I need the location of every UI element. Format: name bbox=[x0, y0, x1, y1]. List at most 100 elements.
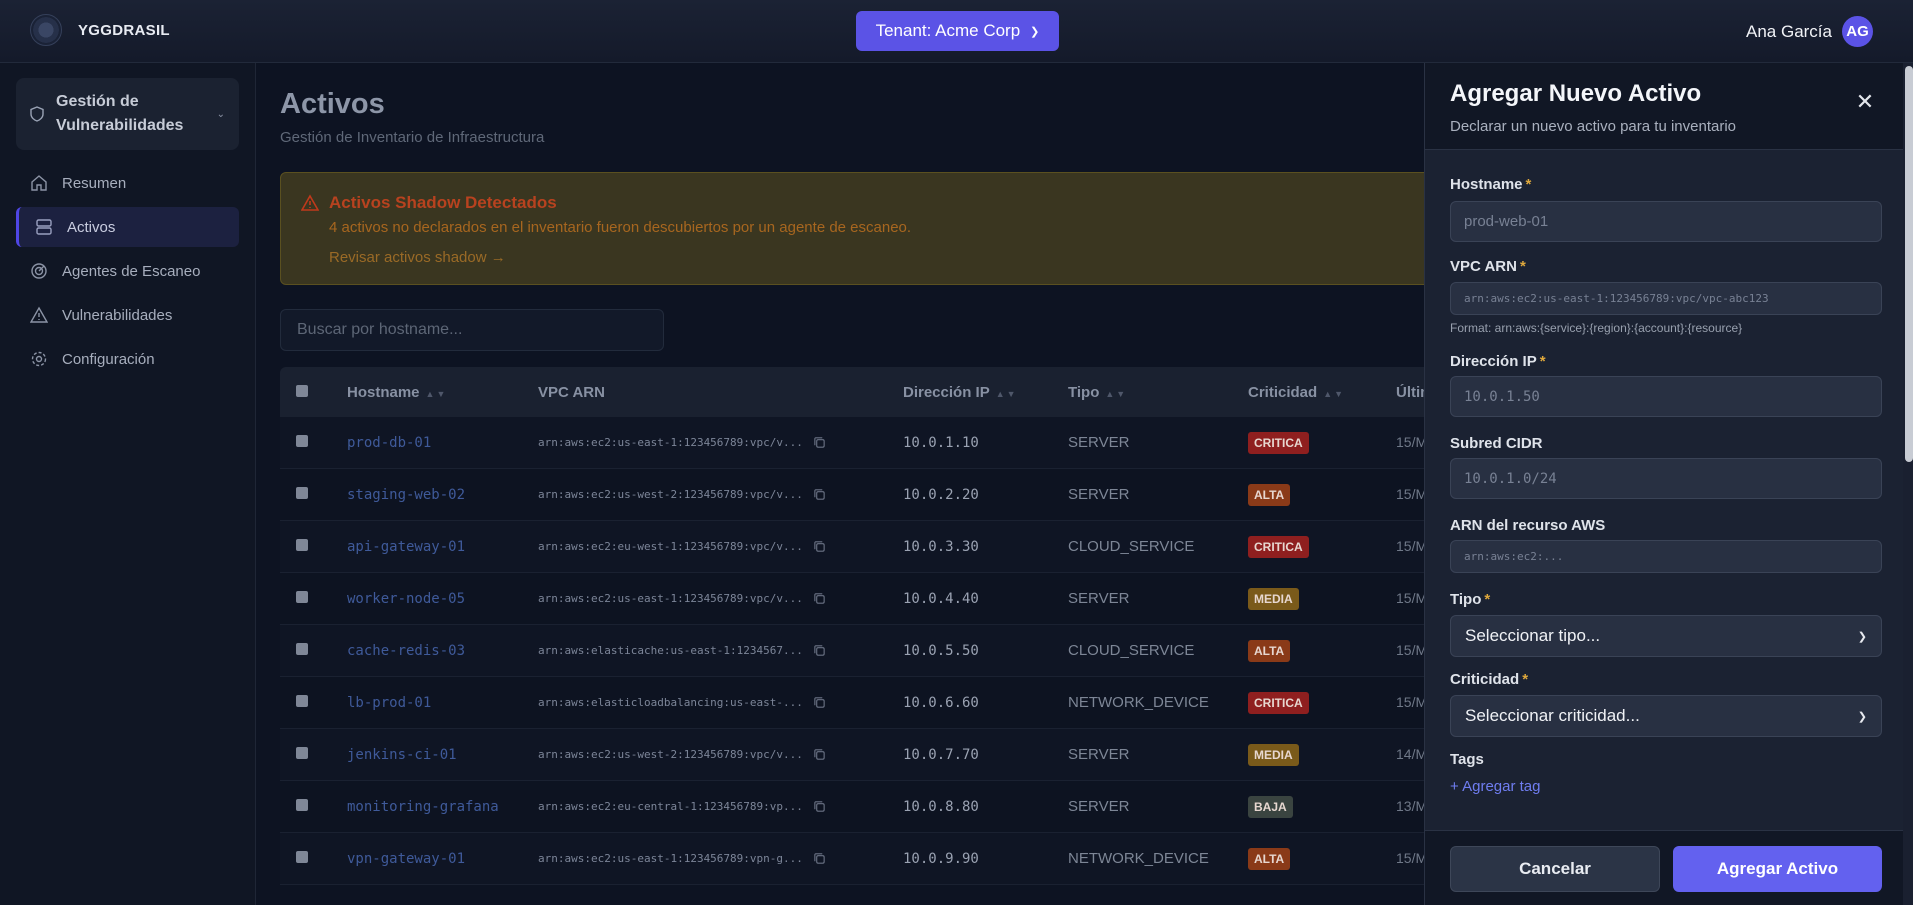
copy-icon[interactable] bbox=[813, 644, 826, 657]
vpc-arn-cell: arn:aws:ec2:eu-west-1:123456789:vpc/v... bbox=[538, 540, 903, 553]
row-checkbox[interactable] bbox=[296, 642, 308, 655]
hostname-link[interactable]: vpn-gateway-01 bbox=[347, 851, 465, 867]
table-row[interactable]: cache-redis-03 arn:aws:elasticache:us-eas… bbox=[280, 625, 1440, 677]
hostname-link[interactable]: lb-prod-01 bbox=[347, 695, 431, 711]
table-row[interactable]: lb-prod-01 arn:aws:elasticloadbalancing:u… bbox=[280, 677, 1440, 729]
ip-input[interactable] bbox=[1450, 376, 1882, 417]
search-input[interactable] bbox=[280, 309, 664, 351]
criticidad-label: Criticidad * bbox=[1450, 671, 1529, 688]
table-row[interactable]: jenkins-ci-01 arn:aws:ec2:us-west-2:12345… bbox=[280, 729, 1440, 781]
copy-icon[interactable] bbox=[813, 540, 826, 553]
tipo-cell: SERVER bbox=[1068, 797, 1130, 815]
tipo-cell: SERVER bbox=[1068, 485, 1130, 503]
add-asset-panel: Agregar Nuevo Activo Declarar un nuevo a… bbox=[1424, 63, 1913, 905]
table-row[interactable]: staging-web-02 arn:aws:ec2:us-west-2:1234… bbox=[280, 469, 1440, 521]
tipo-cell: NETWORK_DEVICE bbox=[1068, 849, 1209, 867]
review-shadow-assets-link[interactable]: Revisar activos shadow → bbox=[329, 249, 506, 266]
ip-cell: 10.0.9.90 bbox=[903, 850, 979, 867]
vpc-arn-cell: arn:aws:ec2:us-east-1:123456789:vpc/v... bbox=[538, 592, 903, 605]
column-criticidad[interactable]: Criticidad ▲▼ bbox=[1248, 384, 1396, 401]
tenant-selector-button[interactable]: Tenant: Acme Corp ❯ bbox=[856, 11, 1059, 51]
table-row[interactable]: api-gateway-01 arn:aws:ec2:eu-west-1:1234… bbox=[280, 521, 1440, 573]
last-seen-cell: 15/M bbox=[1396, 641, 1428, 658]
sort-icon: ▲▼ bbox=[995, 388, 1018, 399]
column-hostname[interactable]: Hostname ▲▼ bbox=[347, 384, 538, 401]
hostname-input[interactable] bbox=[1450, 201, 1882, 242]
table-row[interactable]: prod-db-01 arn:aws:ec2:us-east-1:12345678… bbox=[280, 417, 1440, 469]
vpc-arn-input[interactable] bbox=[1450, 282, 1882, 315]
brand-name: YGGDRASIL bbox=[78, 21, 170, 39]
scrollbar-thumb[interactable] bbox=[1905, 66, 1913, 462]
row-checkbox[interactable] bbox=[296, 746, 308, 759]
tipo-label: Tipo * bbox=[1450, 591, 1491, 608]
sidebar-item-agentes[interactable]: Agentes de Escaneo bbox=[16, 251, 239, 291]
cancel-button[interactable]: Cancelar bbox=[1450, 846, 1660, 892]
cidr-input[interactable] bbox=[1450, 458, 1882, 499]
hostname-link[interactable]: staging-web-02 bbox=[347, 487, 465, 503]
hostname-link[interactable]: api-gateway-01 bbox=[347, 539, 465, 555]
select-all-checkbox[interactable] bbox=[296, 384, 308, 397]
vpc-arn-cell: arn:aws:ec2:us-east-1:123456789:vpn-g... bbox=[538, 852, 903, 865]
copy-icon[interactable] bbox=[813, 696, 826, 709]
ip-cell: 10.0.1.10 bbox=[903, 434, 979, 451]
ip-cell: 10.0.3.30 bbox=[903, 538, 979, 555]
row-checkbox[interactable] bbox=[296, 798, 308, 811]
assets-table: Hostname ▲▼ VPC ARN Dirección IP ▲▼ Tipo ▲▼… bbox=[280, 367, 1440, 885]
panel-header: Agregar Nuevo Activo Declarar un nuevo a… bbox=[1425, 63, 1913, 150]
server-icon bbox=[35, 218, 53, 236]
sidebar-item-configuracion[interactable]: Configuración bbox=[16, 339, 239, 379]
row-checkbox[interactable] bbox=[296, 486, 308, 499]
row-checkbox[interactable] bbox=[296, 590, 308, 603]
hostname-link[interactable]: jenkins-ci-01 bbox=[347, 747, 457, 763]
ip-cell: 10.0.4.40 bbox=[903, 590, 979, 607]
table-body: prod-db-01 arn:aws:ec2:us-east-1:12345678… bbox=[280, 417, 1440, 885]
tenant-label: Tenant: Acme Corp bbox=[875, 21, 1021, 40]
home-icon bbox=[30, 174, 48, 192]
vpc-arn-cell: arn:aws:elasticache:us-east-1:1234567... bbox=[538, 644, 903, 657]
tipo-select-value: Seleccionar tipo... bbox=[1465, 626, 1601, 645]
criticidad-select[interactable]: Seleccionar criticidad... ❯ bbox=[1450, 695, 1882, 737]
copy-icon[interactable] bbox=[813, 436, 826, 449]
copy-icon[interactable] bbox=[813, 488, 826, 501]
add-asset-button[interactable]: Agregar Activo bbox=[1673, 846, 1882, 892]
sidebar-item-activos[interactable]: Activos bbox=[16, 207, 239, 247]
module-label: Gestión de Vulnerabilidades bbox=[56, 93, 184, 134]
add-tag-link[interactable]: + Agregar tag bbox=[1450, 778, 1540, 795]
table-row[interactable]: vpn-gateway-01 arn:aws:ec2:us-east-1:1234… bbox=[280, 833, 1440, 885]
column-vpc-arn: VPC ARN bbox=[538, 383, 605, 401]
chevron-down-icon: ❯ bbox=[1857, 710, 1867, 723]
sidebar-item-resumen[interactable]: Resumen bbox=[16, 163, 239, 203]
sidebar-item-vulnerabilidades[interactable]: Vulnerabilidades bbox=[16, 295, 239, 335]
hostname-link[interactable]: cache-redis-03 bbox=[347, 643, 465, 659]
brand[interactable]: YGGDRASIL bbox=[30, 14, 170, 46]
ip-label: Dirección IP * bbox=[1450, 353, 1546, 370]
row-checkbox[interactable] bbox=[296, 694, 308, 707]
tipo-select[interactable]: Seleccionar tipo... ❯ bbox=[1450, 615, 1882, 657]
criticality-badge: BAJA bbox=[1248, 795, 1293, 818]
last-seen-cell: 14/M bbox=[1396, 745, 1428, 762]
module-selector[interactable]: Gestión de Vulnerabilidades ⌄ bbox=[16, 78, 239, 150]
table-row[interactable]: worker-node-05 arn:aws:ec2:us-east-1:1234… bbox=[280, 573, 1440, 625]
row-checkbox[interactable] bbox=[296, 850, 308, 863]
criticality-badge: ALTA bbox=[1248, 483, 1291, 506]
copy-icon[interactable] bbox=[813, 748, 826, 761]
sort-icon: ▲▼ bbox=[1105, 388, 1128, 399]
hostname-link[interactable]: monitoring-grafana bbox=[347, 799, 499, 815]
column-ip[interactable]: Dirección IP ▲▼ bbox=[903, 384, 1068, 401]
user-menu[interactable]: Ana García AG bbox=[1746, 16, 1873, 47]
avatar[interactable]: AG bbox=[1842, 16, 1873, 47]
row-checkbox[interactable] bbox=[296, 434, 308, 447]
copy-icon[interactable] bbox=[813, 852, 826, 865]
resource-arn-input[interactable] bbox=[1450, 540, 1882, 573]
copy-icon[interactable] bbox=[813, 592, 826, 605]
copy-icon[interactable] bbox=[813, 800, 826, 813]
column-tipo[interactable]: Tipo ▲▼ bbox=[1068, 384, 1248, 401]
close-icon[interactable]: ✕ bbox=[1850, 87, 1880, 117]
shadow-assets-alert: Activos Shadow Detectados 4 activos no d… bbox=[280, 172, 1440, 285]
table-row[interactable]: monitoring-grafana arn:aws:ec2:eu-central… bbox=[280, 781, 1440, 833]
row-checkbox[interactable] bbox=[296, 538, 308, 551]
hostname-link[interactable]: prod-db-01 bbox=[347, 435, 431, 451]
alert-title: Activos Shadow Detectados bbox=[329, 193, 557, 212]
hostname-link[interactable]: worker-node-05 bbox=[347, 591, 465, 607]
radar-icon bbox=[30, 262, 48, 280]
